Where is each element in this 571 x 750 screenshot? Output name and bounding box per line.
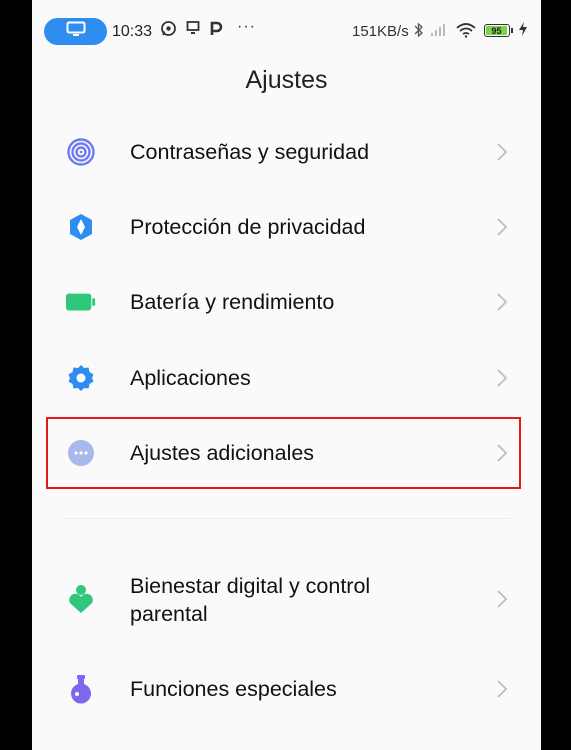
p-icon bbox=[209, 20, 223, 41]
chevron-right-icon bbox=[492, 292, 512, 312]
status-bar: 10:33 ··· 151KB/s 95 bbox=[32, 14, 541, 48]
settings-item-label: Bienestar digital y control parental bbox=[130, 572, 370, 628]
more-icon: ··· bbox=[237, 18, 256, 35]
wellbeing-icon bbox=[66, 584, 96, 614]
battery-icon: 95 bbox=[484, 24, 513, 37]
bluetooth-icon bbox=[414, 22, 424, 42]
network-speed: 151KB/s bbox=[352, 23, 409, 40]
charging-icon bbox=[519, 22, 527, 39]
settings-item-label-line2: parental bbox=[130, 602, 208, 626]
settings-item-label: Aplicaciones bbox=[130, 366, 251, 390]
section-divider bbox=[64, 518, 510, 519]
gear-icon bbox=[66, 363, 96, 393]
settings-item-applications[interactable]: Aplicaciones bbox=[32, 343, 541, 413]
settings-item-special-features[interactable]: Funciones especiales bbox=[32, 654, 541, 724]
chevron-right-icon bbox=[492, 679, 512, 699]
screen-indicator-pill[interactable] bbox=[44, 18, 107, 45]
settings-item-battery-performance[interactable]: Batería y rendimiento bbox=[32, 267, 541, 337]
settings-item-label: Batería y rendimiento bbox=[130, 290, 335, 314]
chevron-right-icon bbox=[492, 142, 512, 162]
chevron-right-icon bbox=[492, 217, 512, 237]
whatsapp-icon bbox=[160, 20, 177, 41]
wifi-icon bbox=[455, 22, 477, 42]
highlight-box bbox=[46, 417, 521, 489]
privacy-shield-icon bbox=[66, 212, 96, 242]
battery-level: 95 bbox=[491, 25, 502, 36]
signal-icon bbox=[430, 23, 448, 41]
settings-screen: 10:33 ··· 151KB/s 95 Ajustes Contraseñas… bbox=[32, 0, 541, 750]
page-title: Ajustes bbox=[245, 66, 328, 94]
settings-item-label: Protección de privacidad bbox=[130, 215, 366, 239]
settings-item-privacy-protection[interactable]: Protección de privacidad bbox=[32, 192, 541, 262]
settings-item-label: Funciones especiales bbox=[130, 677, 337, 701]
chevron-right-icon bbox=[492, 368, 512, 388]
settings-item-passwords-security[interactable]: Contraseñas y seguridad bbox=[32, 117, 541, 187]
settings-item-digital-wellbeing[interactable]: Bienestar digital y control parental bbox=[32, 564, 541, 634]
screen-icon bbox=[66, 21, 86, 42]
chevron-right-icon bbox=[492, 589, 512, 609]
cast-icon bbox=[186, 20, 200, 40]
status-time: 10:33 bbox=[112, 23, 153, 40]
settings-item-label: Contraseñas y seguridad bbox=[130, 140, 370, 164]
flask-icon bbox=[66, 674, 96, 704]
settings-item-label-line1: Bienestar digital y control bbox=[130, 574, 371, 598]
fingerprint-icon bbox=[66, 137, 96, 167]
battery-icon bbox=[66, 287, 96, 317]
